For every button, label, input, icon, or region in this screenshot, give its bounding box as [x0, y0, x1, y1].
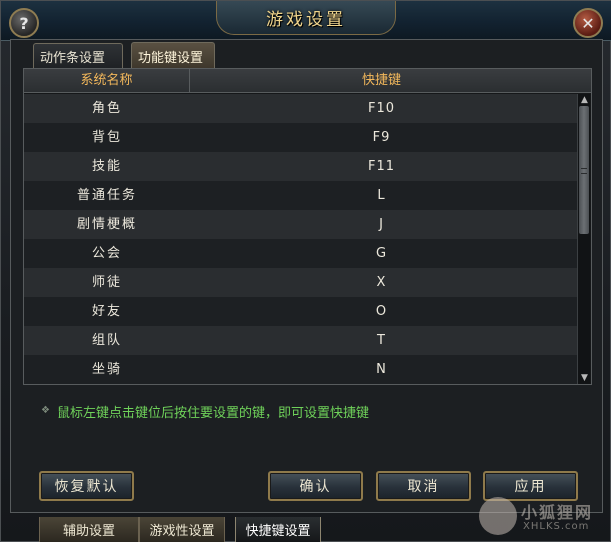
system-name-cell: 公会	[91, 246, 122, 261]
system-name-cell: 技能	[91, 159, 122, 174]
table-row[interactable]: 普通任务 L	[24, 181, 577, 210]
system-name-cell: 背包	[91, 130, 122, 145]
hint: ❖ 鼠标左键点击键位后按住要设置的键，即可设置快捷键	[41, 401, 369, 421]
hotkey-cell[interactable]: X	[190, 268, 573, 297]
table-row[interactable]: 坐骑 N	[24, 355, 577, 384]
cancel-button[interactable]: 取消	[376, 471, 471, 501]
restore-defaults-button[interactable]: 恢复默认	[39, 471, 134, 501]
window-title: 游戏设置	[266, 10, 346, 30]
watermark-subtext: XHLKS.com	[523, 521, 590, 532]
column-header-hotkey: 快捷键	[361, 73, 401, 88]
system-name-cell: 好友	[91, 304, 122, 319]
table-row[interactable]: 技能 F11	[24, 152, 577, 181]
system-name-cell: 师徒	[91, 275, 122, 290]
close-icon[interactable]: ✕	[573, 8, 603, 38]
system-name-cell: 角色	[91, 101, 122, 116]
tab-gameplay-settings[interactable]: 游戏性设置	[139, 517, 225, 542]
watermark-text: 小狐狸网	[521, 503, 594, 522]
game-settings-window: 游戏设置 ? ✕ 动作条设置 功能键设置 系统名称 快捷键 角色 F10 背包 …	[0, 0, 611, 542]
table-row[interactable]: 角色 F10	[24, 94, 577, 123]
table-row[interactable]: 好友 O	[24, 297, 577, 326]
hint-text: 鼠标左键点击键位后按住要设置的键，即可设置快捷键	[57, 405, 370, 421]
system-name-cell: 组队	[91, 333, 122, 348]
system-name-cell: 普通任务	[76, 188, 137, 203]
system-name-cell: 剧情梗概	[76, 217, 137, 232]
tab-hotkey-settings[interactable]: 快捷键设置	[235, 517, 321, 542]
help-icon[interactable]: ?	[9, 8, 39, 38]
tab-action-bar[interactable]: 动作条设置	[33, 43, 123, 69]
hotkey-cell[interactable]: L	[190, 181, 573, 210]
hotkey-cell[interactable]: J	[190, 210, 573, 239]
hotkey-cell[interactable]: N	[190, 355, 573, 384]
table-scrollbar[interactable]: ▲ ▼	[577, 94, 590, 384]
tab-assist-settings[interactable]: 辅助设置	[39, 517, 139, 542]
hotkey-cell[interactable]: F9	[190, 123, 573, 152]
scroll-thumb[interactable]	[579, 106, 589, 234]
confirm-button[interactable]: 确认	[268, 471, 363, 501]
table-row[interactable]: 背包 F9	[24, 123, 577, 152]
hotkey-cell[interactable]: T	[190, 326, 573, 355]
fox-logo-icon	[479, 497, 517, 535]
table-header: 系统名称 快捷键	[24, 69, 591, 93]
system-name-cell: 坐骑	[91, 362, 122, 377]
table-row[interactable]: 组队 T	[24, 326, 577, 355]
table-row[interactable]: 师徒 X	[24, 268, 577, 297]
column-header-system-name: 系统名称	[24, 69, 190, 93]
scroll-down-icon[interactable]: ▼	[578, 372, 591, 384]
watermark: 小狐狸网 XHLKS.com	[479, 495, 609, 541]
table-body: 角色 F10 背包 F9 技能 F11 普通任务 L 剧情梗概 J 公会 G 师…	[24, 94, 577, 384]
table-row[interactable]: 剧情梗概 J	[24, 210, 577, 239]
hotkey-cell[interactable]: O	[190, 297, 573, 326]
tab-function-keys[interactable]: 功能键设置	[131, 42, 215, 69]
hotkey-cell[interactable]: F11	[190, 152, 573, 181]
grip-icon	[581, 168, 587, 174]
hotkey-cell[interactable]: G	[190, 239, 573, 268]
hotkey-cell[interactable]: F10	[190, 94, 573, 123]
table-row[interactable]: 公会 G	[24, 239, 577, 268]
scroll-up-icon[interactable]: ▲	[578, 94, 591, 106]
diamond-bullet-icon: ❖	[41, 405, 50, 416]
